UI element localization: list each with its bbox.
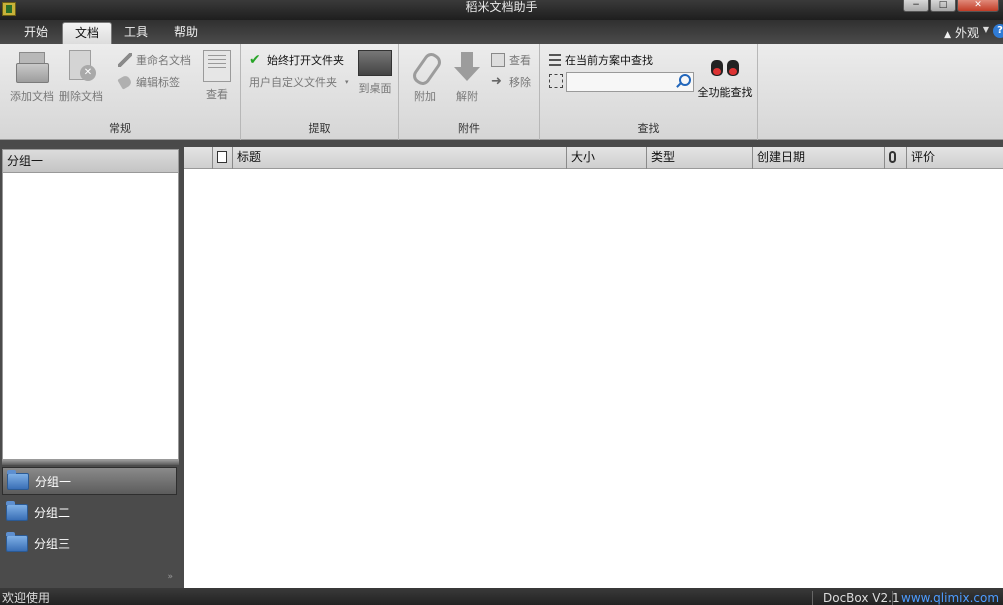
- window-controls: − □ ✕: [902, 0, 999, 12]
- close-button[interactable]: ✕: [957, 0, 999, 12]
- chevron-down-icon[interactable]: ▼: [983, 25, 989, 34]
- status-bar: 欢迎使用 DocBox V2.1 www.qlimix.com: [0, 588, 1003, 605]
- remove-attachment-button[interactable]: ➜ 移除: [491, 74, 531, 90]
- always-open-folder-label: 始终打开文件夹: [267, 54, 344, 67]
- status-text: 欢迎使用: [2, 591, 51, 605]
- custom-folder-dropdown[interactable]: 用户自定义文件夹 ▾: [249, 74, 349, 90]
- paperclip-icon: [408, 50, 442, 84]
- folder-icon: [6, 531, 28, 552]
- column-title[interactable]: 标题: [232, 147, 566, 169]
- checkmark-icon: ✔: [249, 52, 261, 68]
- group-label-extract: 提取: [308, 122, 331, 135]
- pencil-icon: [118, 53, 132, 67]
- view-document-label: 查看: [206, 88, 228, 101]
- full-search-label: 全功能查找: [697, 86, 753, 99]
- delete-document-icon: [64, 50, 98, 84]
- nav-group-label: 分组二: [34, 505, 71, 520]
- remove-attachment-label: 移除: [509, 76, 531, 89]
- ribbon-group-extract: ✔ 始终打开文件夹 用户自定义文件夹 ▾ 到桌面 提取: [241, 44, 399, 140]
- maximize-button[interactable]: □: [930, 0, 956, 12]
- ribbon-group-general: 添加文档 删除文档 重命名文档 编辑标签 查看 常规: [0, 44, 241, 140]
- nav-group-3[interactable]: 分组三: [2, 529, 177, 557]
- down-arrow-icon: [450, 50, 484, 84]
- to-desktop-button[interactable]: 到桌面: [355, 50, 395, 96]
- panel-splitter[interactable]: [2, 460, 179, 465]
- edit-tags-button[interactable]: 编辑标签: [117, 74, 180, 90]
- search-in-current-scheme-label: 在当前方案中查找: [565, 54, 653, 67]
- nav-group-1[interactable]: 分组一: [2, 467, 177, 495]
- select-region-icon[interactable]: [549, 74, 563, 88]
- detach-label: 解附: [456, 90, 478, 103]
- tab-help[interactable]: 帮助: [162, 22, 210, 44]
- group-label-attachment: 附件: [458, 122, 480, 135]
- detach-button[interactable]: 解附: [449, 50, 485, 104]
- delete-document-label: 删除文档: [59, 90, 103, 103]
- dropdown-arrow-icon: ▾: [345, 78, 349, 86]
- desktop-icon: [358, 50, 392, 76]
- tag-icon: [117, 74, 133, 90]
- full-search-button[interactable]: 全功能查找: [696, 50, 754, 100]
- appearance-label: 外观: [954, 26, 979, 40]
- always-open-folder-toggle[interactable]: ✔ 始终打开文件夹: [249, 52, 344, 68]
- more-options-icon[interactable]: »: [167, 572, 173, 582]
- rename-document-label: 重命名文档: [136, 54, 191, 67]
- view-icon: [491, 53, 505, 67]
- column-created-date[interactable]: 创建日期: [752, 147, 884, 169]
- custom-folder-label: 用户自定义文件夹: [249, 76, 337, 89]
- column-size[interactable]: 大小: [566, 147, 646, 169]
- group-label-search: 查找: [637, 122, 660, 135]
- nav-group-label: 分组一: [35, 474, 72, 489]
- ribbon-group-attachment: 附加 解附 查看 ➜ 移除 附件: [399, 44, 540, 140]
- rename-document-button[interactable]: 重命名文档: [118, 52, 191, 68]
- nav-group-2[interactable]: 分组二: [2, 498, 177, 526]
- website-link[interactable]: www.qlimix.com: [892, 591, 999, 605]
- version-label: DocBox V2.1: [812, 591, 900, 605]
- ribbon-tab-bar: 开始 文档 工具 帮助 ▲ 外观 ▼ ?: [0, 20, 1003, 44]
- search-input[interactable]: [566, 72, 694, 92]
- binoculars-icon: [708, 50, 742, 80]
- table-header: 标题 大小 类型 创建日期 评价: [184, 147, 1003, 169]
- attach-button[interactable]: 附加: [407, 50, 443, 104]
- arrow-right-icon: ➜: [491, 74, 502, 89]
- view-document-button[interactable]: 查看: [202, 50, 232, 102]
- column-doc-type[interactable]: [212, 147, 232, 169]
- document-view-icon: [203, 50, 231, 82]
- tab-tools[interactable]: 工具: [112, 22, 160, 44]
- window-title: 稻米文档助手: [465, 0, 538, 14]
- ribbon: 添加文档 删除文档 重命名文档 编辑标签 查看 常规 ✔ 始终打开文件夹 用户自…: [0, 44, 1003, 140]
- minimize-button[interactable]: −: [903, 0, 929, 12]
- list-icon: [549, 54, 561, 66]
- column-attachment[interactable]: [884, 147, 906, 169]
- document-icon: [217, 151, 227, 163]
- paperclip-icon: [889, 151, 896, 163]
- folder-icon: [7, 469, 29, 490]
- view-attachment-button[interactable]: 查看: [491, 52, 531, 68]
- folder-icon: [6, 500, 28, 521]
- group-tree[interactable]: [2, 173, 179, 460]
- help-icon[interactable]: ?: [993, 24, 1003, 38]
- edit-tags-label: 编辑标签: [136, 76, 180, 89]
- ribbon-group-search: 在当前方案中查找 全功能查找 查找: [540, 44, 758, 140]
- chevron-up-icon: ▲: [944, 30, 951, 40]
- printer-icon: [15, 50, 49, 84]
- document-table[interactable]: 标题 大小 类型 创建日期 评价: [184, 147, 1003, 588]
- attach-label: 附加: [414, 90, 436, 103]
- tab-start[interactable]: 开始: [12, 22, 60, 44]
- appearance-menu[interactable]: ▲ 外观: [944, 24, 979, 41]
- column-type[interactable]: 类型: [646, 147, 752, 169]
- group-panel-header: 分组一: [2, 149, 179, 173]
- view-attachment-label: 查看: [509, 54, 531, 67]
- to-desktop-label: 到桌面: [358, 82, 392, 95]
- search-in-current-scheme[interactable]: 在当前方案中查找: [549, 52, 653, 68]
- add-document-label: 添加文档: [10, 90, 54, 103]
- group-panel: 分组一 分组一 分组二 分组三 »: [0, 147, 181, 588]
- tab-document[interactable]: 文档: [62, 22, 113, 44]
- nav-group-label: 分组三: [34, 536, 71, 551]
- column-rating[interactable]: 评价: [906, 147, 1003, 169]
- add-document-button[interactable]: 添加文档: [8, 50, 56, 104]
- delete-document-button[interactable]: 删除文档: [57, 50, 105, 104]
- title-bar: 稻米文档助手 − □ ✕: [0, 0, 1003, 20]
- group-label-general: 常规: [109, 122, 131, 135]
